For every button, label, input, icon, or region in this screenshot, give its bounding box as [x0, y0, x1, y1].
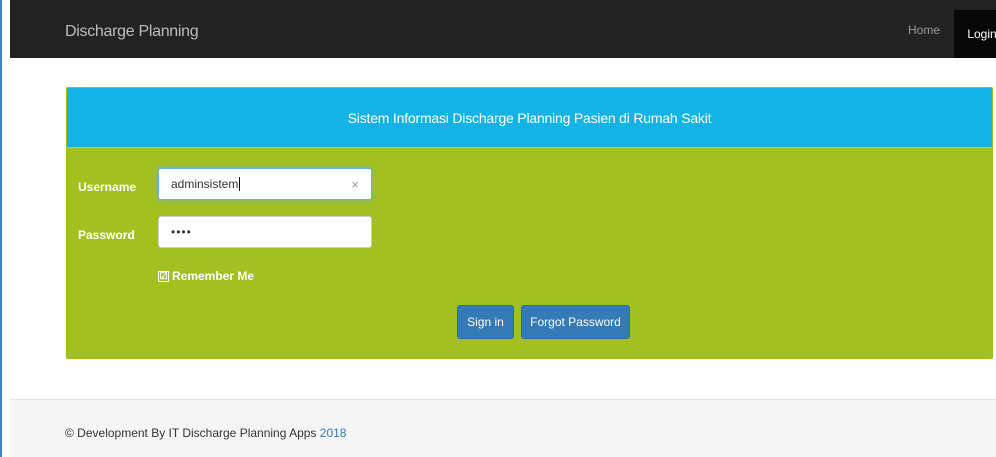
footer: © Development By IT Discharge Planning A…	[10, 399, 996, 457]
password-masked-value: ••••	[171, 225, 192, 239]
remember-label: Remember Me	[172, 269, 255, 283]
clear-icon[interactable]: ×	[351, 177, 359, 192]
nav-login-link[interactable]: Login	[954, 10, 996, 58]
navbar-brand[interactable]: Discharge Planning	[65, 23, 199, 41]
forgot-password-button[interactable]: Forgot Password	[521, 305, 630, 339]
login-panel: Sistem Informasi Discharge Planning Pasi…	[66, 87, 993, 359]
nav-home-link[interactable]: Home	[908, 23, 940, 37]
remember-me[interactable]: ☑ Remember Me	[158, 269, 254, 283]
footer-year-link[interactable]: 2018	[320, 426, 347, 440]
browser-frame: Discharge Planning Home Login Sistem Inf…	[0, 0, 996, 457]
username-label: Username	[78, 180, 137, 194]
sign-in-button[interactable]: Sign in	[457, 305, 514, 339]
password-input[interactable]: ••••	[158, 216, 372, 248]
panel-title: Sistem Informasi Discharge Planning Pasi…	[347, 109, 712, 126]
panel-heading: Sistem Informasi Discharge Planning Pasi…	[67, 88, 992, 148]
text-caret	[239, 177, 241, 191]
username-value: adminsistem	[171, 177, 239, 191]
password-label: Password	[78, 228, 135, 242]
top-navbar: Discharge Planning Home Login	[10, 0, 996, 58]
remember-checkbox-icon[interactable]: ☑	[158, 270, 169, 282]
footer-copyright: © Development By IT Discharge Planning A…	[65, 426, 317, 440]
username-input[interactable]: adminsistem ×	[158, 168, 372, 200]
footer-text: © Development By IT Discharge Planning A…	[65, 426, 346, 440]
